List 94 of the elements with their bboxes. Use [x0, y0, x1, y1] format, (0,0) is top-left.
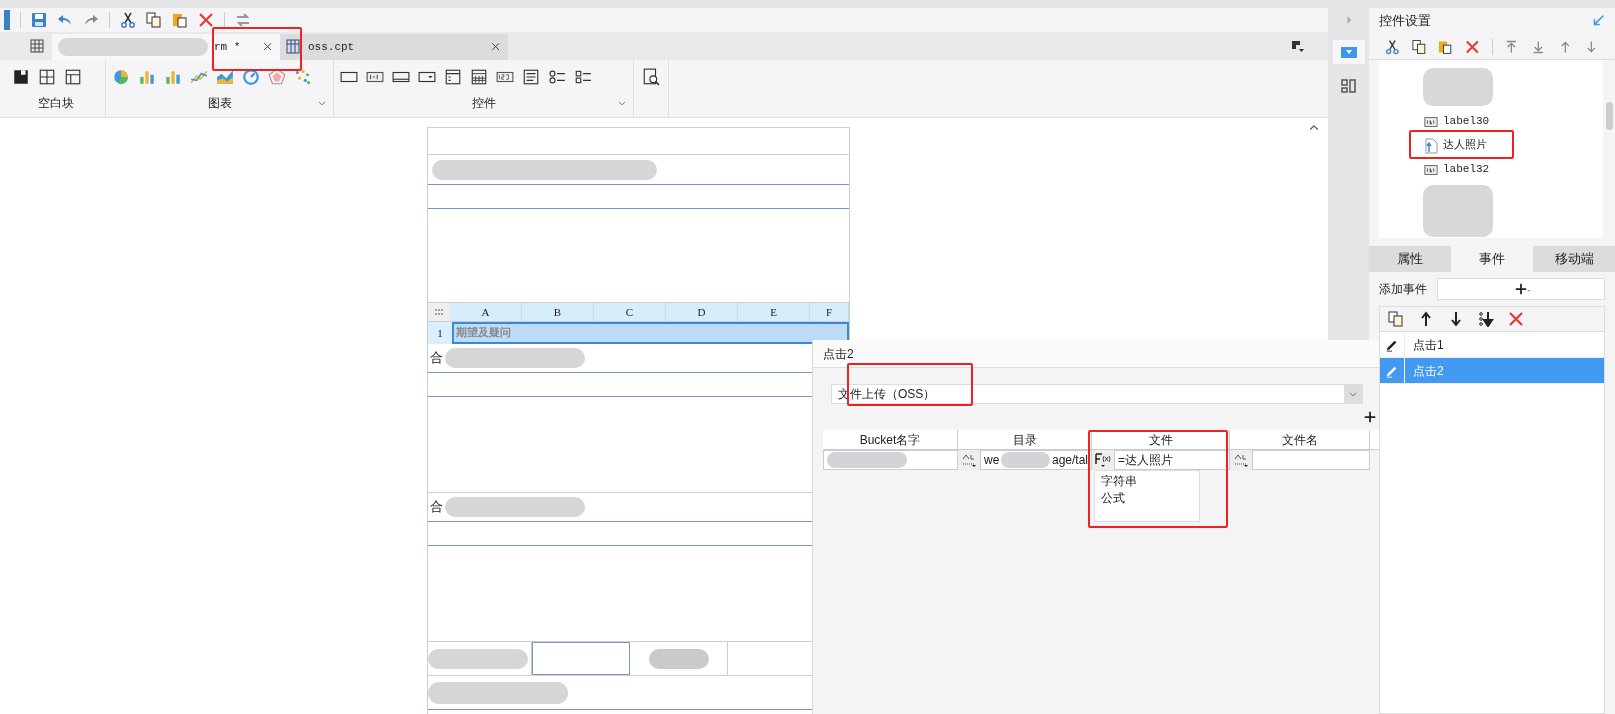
line-chart-icon[interactable] — [190, 68, 208, 86]
field-label: 添加事件 — [1379, 281, 1427, 298]
move-bottom-icon[interactable] — [1478, 311, 1494, 327]
plus-icon[interactable] — [1363, 410, 1377, 424]
form-label: 合 — [430, 498, 443, 517]
chevron-icon[interactable] — [617, 98, 627, 108]
input-field[interactable]: we age/tal — [980, 450, 1092, 470]
document-tab[interactable]: oss.cpt — [280, 34, 508, 60]
input-field[interactable]: =达人照片 — [1114, 450, 1230, 470]
menu-item[interactable]: 字符串 — [1095, 473, 1199, 490]
text-area-icon[interactable] — [522, 68, 540, 86]
tree-item[interactable]: 达人照片 — [1423, 137, 1487, 154]
radio-icon[interactable] — [548, 68, 566, 86]
gauge-icon[interactable] — [242, 68, 260, 86]
menu-item[interactable]: 公式 — [1095, 490, 1199, 507]
column-header[interactable]: B — [522, 303, 594, 321]
input-field[interactable] — [823, 450, 958, 470]
column-header[interactable]: F — [810, 303, 849, 321]
dropdown-icon — [1340, 46, 1357, 58]
field-value: we — [984, 452, 1000, 469]
area-chart-icon[interactable] — [216, 68, 234, 86]
column-header: Bucket名字 — [823, 430, 958, 449]
dialog-title: 点击2 — [823, 345, 854, 363]
close-icon[interactable] — [262, 41, 274, 53]
tree-item[interactable]: label32 — [1423, 161, 1490, 178]
move-up-icon[interactable] — [1418, 311, 1434, 327]
redaction-blur — [1423, 185, 1493, 237]
grid-icon[interactable] — [30, 39, 46, 55]
document-tab[interactable]: rm * — [52, 34, 280, 60]
paste-icon[interactable] — [172, 12, 188, 28]
checkbox-icon[interactable] — [574, 68, 592, 86]
row-header[interactable]: 1 — [428, 322, 452, 344]
redaction-blur — [1001, 452, 1050, 468]
panel-tab[interactable]: 属性 — [1369, 246, 1451, 272]
type-toggle-button[interactable] — [1092, 450, 1114, 470]
type-toggle-button[interactable] — [1230, 450, 1252, 470]
column-header[interactable]: D — [666, 303, 738, 321]
column-header[interactable]: A — [450, 303, 522, 321]
collapse-icon[interactable] — [1591, 14, 1605, 28]
select-all-icon[interactable] — [428, 303, 450, 321]
column-header: 文件名 — [1230, 430, 1370, 449]
chevron-icon[interactable] — [317, 98, 327, 108]
column-header[interactable]: E — [738, 303, 810, 321]
label-icon[interactable] — [1423, 162, 1439, 177]
tab-label: oss.cpt — [308, 39, 355, 55]
swap-icon[interactable] — [235, 12, 251, 28]
label-icon[interactable] — [1423, 114, 1439, 129]
group-label: 图表 — [207, 95, 232, 112]
list-icon[interactable] — [444, 68, 462, 86]
logo-icon — [4, 10, 10, 30]
save-icon[interactable] — [31, 12, 47, 28]
form-label: 合 — [430, 349, 443, 368]
grid-icon[interactable] — [286, 39, 302, 55]
field-value: =达人照片 — [1118, 452, 1173, 469]
delete-icon[interactable] — [1464, 38, 1480, 55]
layout-icon[interactable] — [1340, 78, 1357, 94]
copy-icon[interactable] — [146, 12, 162, 28]
chevron-icon[interactable] — [1348, 389, 1358, 399]
dropdown-icon[interactable] — [1290, 39, 1306, 55]
calendar-icon[interactable] — [470, 68, 488, 86]
column-header[interactable]: C — [594, 303, 666, 321]
column-header: 目录 — [958, 430, 1092, 449]
block-icon[interactable] — [12, 68, 30, 86]
type-toggle-button[interactable] — [958, 450, 980, 470]
file-icon[interactable] — [1423, 137, 1439, 154]
grid-icon[interactable] — [38, 68, 56, 86]
radar-chart-icon[interactable] — [268, 68, 286, 86]
tab-label: rm * — [214, 39, 241, 55]
group-label: 空白块 — [37, 95, 74, 112]
table-icon[interactable] — [64, 68, 82, 86]
delete-icon[interactable] — [198, 12, 214, 28]
bar-chart-icon[interactable] — [164, 68, 182, 86]
input-field[interactable] — [1252, 450, 1370, 470]
close-icon[interactable] — [490, 41, 502, 53]
panel-title: 控件设置 — [1379, 12, 1431, 31]
copy-icon[interactable] — [1411, 38, 1427, 55]
group-label: 控件 — [471, 95, 496, 112]
widget-settings-button[interactable] — [1332, 40, 1365, 64]
scatter-icon[interactable] — [294, 68, 312, 86]
tree-item[interactable]: label30 — [1423, 113, 1490, 130]
delete-icon[interactable] — [1508, 311, 1524, 327]
table-cell: 期望及疑问 — [452, 322, 849, 344]
field-value: age/tal — [1051, 452, 1088, 469]
cut-icon[interactable] — [1385, 38, 1400, 55]
scrollbar-thumb[interactable] — [1606, 102, 1613, 130]
copy-icon[interactable] — [1388, 311, 1404, 327]
bar-chart-icon[interactable] — [138, 68, 156, 86]
redaction-blur — [1423, 68, 1493, 106]
move-down-icon[interactable] — [1448, 311, 1464, 327]
panel-tab[interactable]: 移动端 — [1533, 246, 1615, 272]
preview-icon[interactable] — [642, 68, 660, 86]
redaction-blur — [648, 648, 709, 669]
pie-chart-icon[interactable] — [112, 68, 130, 86]
cut-icon[interactable] — [120, 12, 136, 28]
